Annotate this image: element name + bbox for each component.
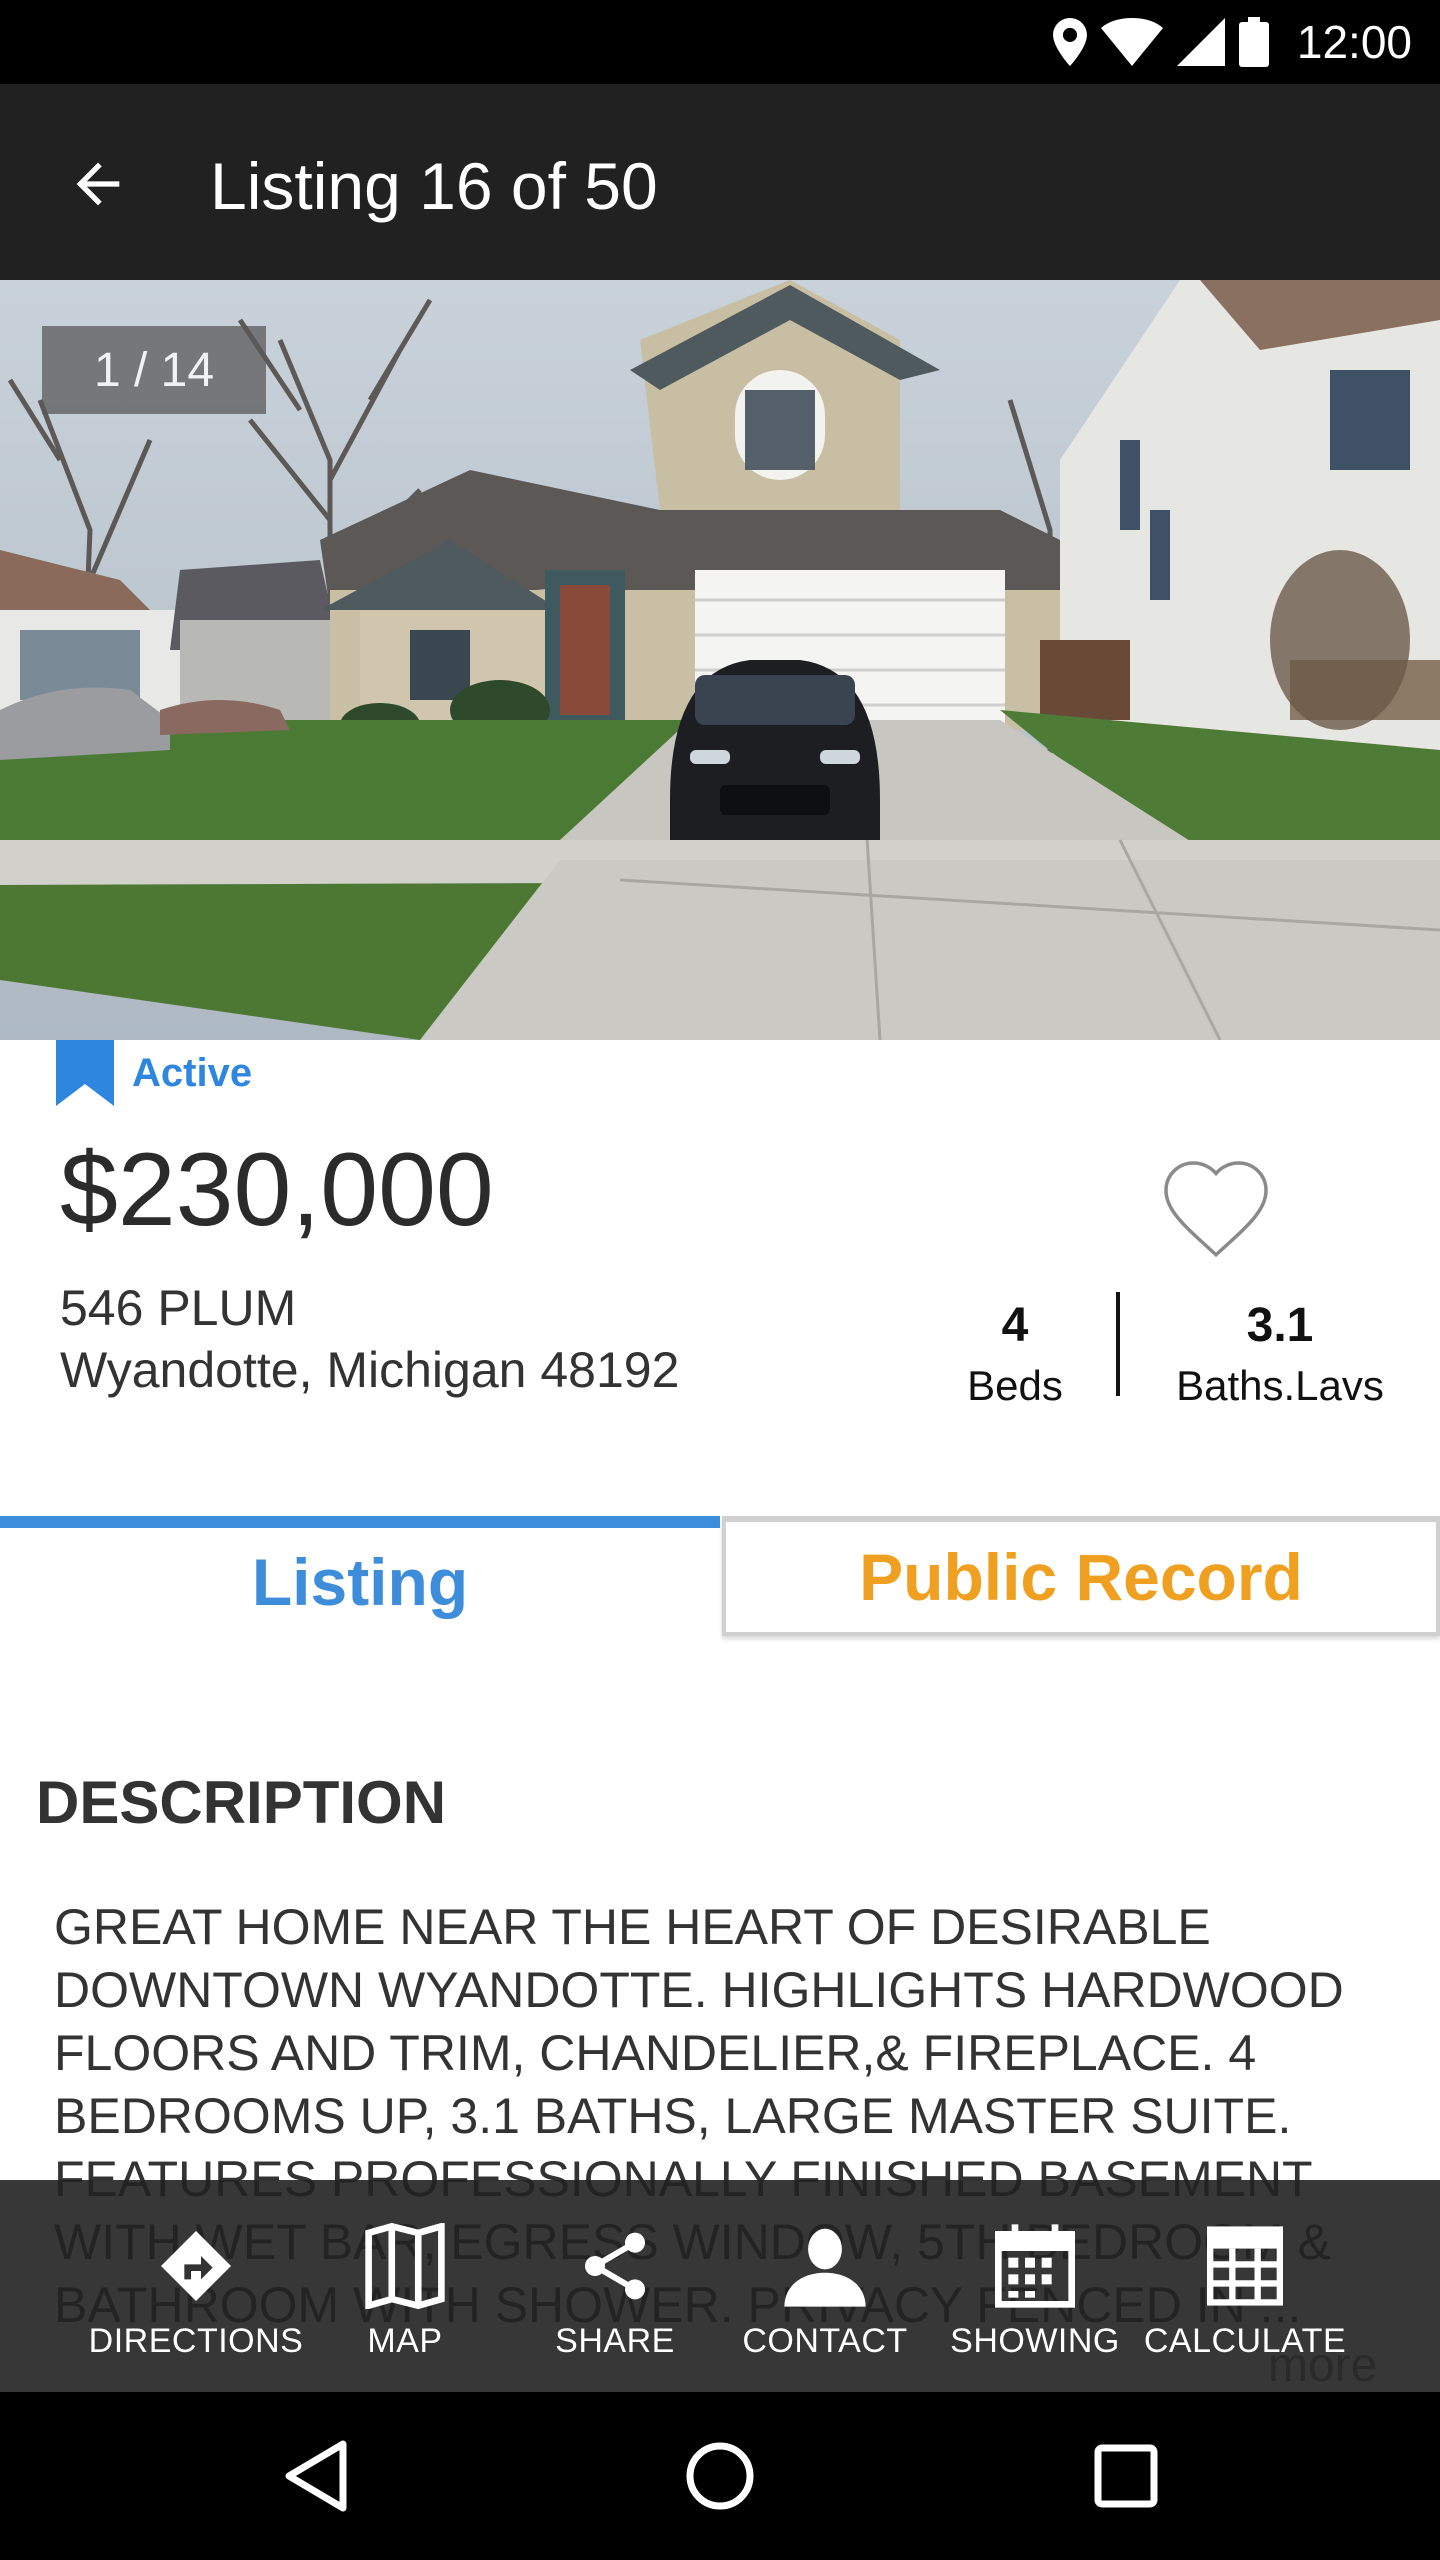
description-heading: DESCRIPTION [36, 1769, 447, 1836]
stats-divider [1116, 1292, 1120, 1396]
share-icon [585, 2232, 645, 2300]
nav-home-button[interactable] [670, 2426, 770, 2526]
showing-label: SHOWING [950, 2322, 1120, 2360]
photo-counter: 1 / 14 [42, 326, 266, 414]
baths-count: 3.1 [1246, 1299, 1314, 1352]
battery-icon [1238, 17, 1269, 67]
bookmark-icon [56, 1040, 114, 1106]
showing-button[interactable]: SHOWING [945, 2180, 1125, 2392]
nav-back-icon [285, 2440, 347, 2512]
status-time: 12:00 [1296, 16, 1412, 68]
contact-label: CONTACT [742, 2322, 908, 2360]
calculator-icon [1207, 2226, 1283, 2306]
beds-count: 4 [1001, 1299, 1029, 1352]
directions-button[interactable]: DIRECTIONS [86, 2180, 306, 2392]
directions-label: DIRECTIONS [88, 2322, 304, 2360]
directions-icon [161, 2231, 231, 2301]
map-icon [365, 2223, 445, 2309]
beds-label: Beds [967, 1362, 1063, 1409]
share-button[interactable]: SHARE [540, 2180, 690, 2392]
system-nav-bar [0, 2392, 1440, 2560]
contact-icon [784, 2228, 866, 2307]
map-button[interactable]: MAP [330, 2180, 480, 2392]
share-label: SHARE [555, 2322, 675, 2360]
nav-recents-icon [1094, 2444, 1158, 2508]
calculate-label: CALCULATE [1143, 2322, 1347, 2360]
listing-photo[interactable]: 1 / 14 [0, 280, 1440, 1040]
nav-back-button[interactable] [266, 2426, 366, 2526]
listing-price: $230,000 [60, 1132, 494, 1248]
map-label: MAP [367, 2322, 443, 2360]
status-label: Active [132, 1050, 253, 1095]
signal-icon [1176, 18, 1225, 66]
calculate-button[interactable]: CALCULATE [1140, 2180, 1350, 2392]
page-title: Listing 16 of 50 [210, 149, 658, 223]
action-bar: DIRECTIONS MAP SHARE CONTACT SHOWING CAL… [0, 2180, 1440, 2392]
status-icons: 12:00 [1052, 0, 1412, 84]
nav-home-icon [686, 2442, 754, 2510]
wifi-icon [1100, 18, 1163, 66]
app-bar: Listing 16 of 50 [0, 84, 1440, 280]
back-button[interactable] [56, 142, 140, 226]
tab-public-record[interactable]: Public Record [722, 1516, 1440, 1636]
favorite-button[interactable] [1156, 1148, 1276, 1268]
baths-label: Baths.Lavs [1176, 1362, 1384, 1409]
address-city: Wyandotte, Michigan 48192 [60, 1342, 680, 1398]
arrow-back-icon [76, 162, 120, 206]
tab-listing[interactable]: Listing [0, 1516, 720, 1636]
location-icon [1052, 18, 1087, 66]
listing-status: Active [56, 1040, 252, 1106]
address-street: 546 PLUM [60, 1280, 297, 1336]
status-bar: 12:00 [0, 0, 1440, 84]
calendar-icon [995, 2224, 1075, 2308]
heart-outline-icon [1164, 1161, 1268, 1258]
nav-recents-button[interactable] [1076, 2426, 1176, 2526]
contact-button[interactable]: CONTACT [730, 2180, 920, 2392]
